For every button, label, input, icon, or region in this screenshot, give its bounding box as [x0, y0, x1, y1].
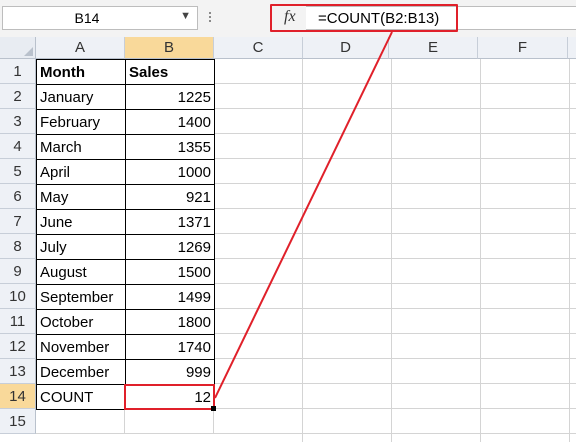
callout-line [214, 31, 393, 399]
callout-connector [214, 31, 393, 399]
